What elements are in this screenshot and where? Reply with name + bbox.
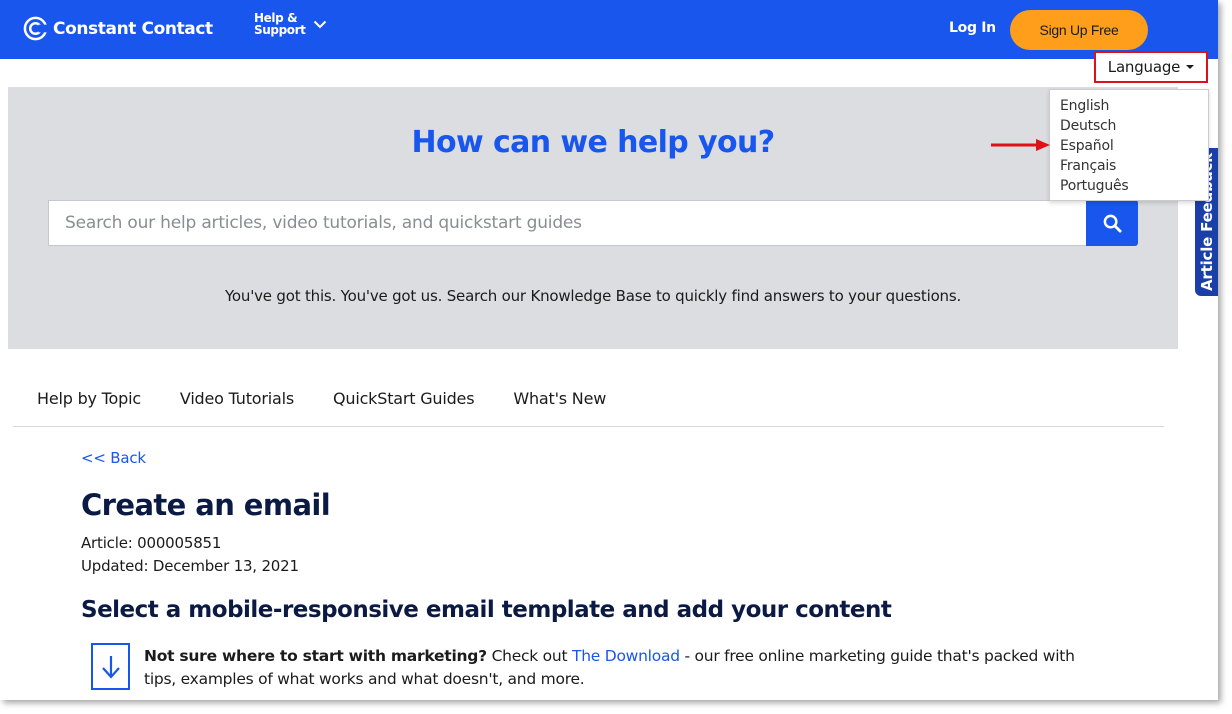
search-icon <box>1103 214 1122 233</box>
help-support-label: Help & Support <box>254 12 306 37</box>
caret-down-icon <box>1186 65 1195 69</box>
tip-icon-box <box>91 643 130 690</box>
search-input[interactable]: Search our help articles, video tutorial… <box>48 200 1087 246</box>
language-option-portugues[interactable]: Português <box>1050 176 1208 196</box>
constant-contact-logo-icon <box>23 16 48 41</box>
tip-bold-text: Not sure where to start with marketing? <box>144 647 487 665</box>
sign-up-free-button[interactable]: Sign Up Free <box>1010 10 1148 50</box>
help-support-menu[interactable]: Help & Support <box>254 12 327 36</box>
marketing-tip-text: Not sure where to start with marketing? … <box>144 645 1104 691</box>
language-option-deutsch[interactable]: Deutsch <box>1050 116 1208 136</box>
language-dropdown-button[interactable]: Language <box>1094 51 1208 83</box>
brand-name: Constant Contact <box>53 18 213 39</box>
top-navigation-bar: Constant Contact Help & Support Log In S… <box>0 0 1218 59</box>
article-number: Article: 000005851 <box>81 534 222 552</box>
hero-subtitle: You've got this. You've got us. Search o… <box>224 287 962 305</box>
hero-search-section: How can we help you? Search our help art… <box>8 87 1178 349</box>
back-link[interactable]: << Back <box>81 449 146 467</box>
help-tabs: Help by Topic Video Tutorials QuickStart… <box>13 381 1164 427</box>
brand-logo[interactable]: Constant Contact <box>23 16 213 41</box>
tab-video-tutorials[interactable]: Video Tutorials <box>180 381 294 426</box>
language-label: Language <box>1107 58 1181 76</box>
chevron-down-icon <box>314 20 327 28</box>
section-heading: Select a mobile-responsive email templat… <box>81 597 892 623</box>
the-download-link[interactable]: The Download <box>572 647 680 665</box>
tab-whats-new[interactable]: What's New <box>513 381 606 426</box>
language-option-espanol[interactable]: Español <box>1050 136 1208 156</box>
language-option-english[interactable]: English <box>1050 96 1208 116</box>
search-button[interactable] <box>1086 200 1138 246</box>
login-link[interactable]: Log In <box>949 20 996 36</box>
help-label-line2: Support <box>254 23 306 37</box>
tab-help-by-topic[interactable]: Help by Topic <box>37 381 141 426</box>
red-arrow-annotation-icon <box>991 139 1050 151</box>
tip-text-pre-link: Check out <box>486 647 572 665</box>
article-title: Create an email <box>81 488 331 522</box>
article-updated-date: Updated: December 13, 2021 <box>81 557 299 575</box>
language-menu: English Deutsch Español Français Portugu… <box>1049 89 1209 201</box>
language-option-francais[interactable]: Français <box>1050 156 1208 176</box>
tab-quickstart-guides[interactable]: QuickStart Guides <box>333 381 475 426</box>
browser-frame: Constant Contact Help & Support Log In S… <box>0 0 1218 700</box>
download-arrow-icon <box>101 655 120 679</box>
